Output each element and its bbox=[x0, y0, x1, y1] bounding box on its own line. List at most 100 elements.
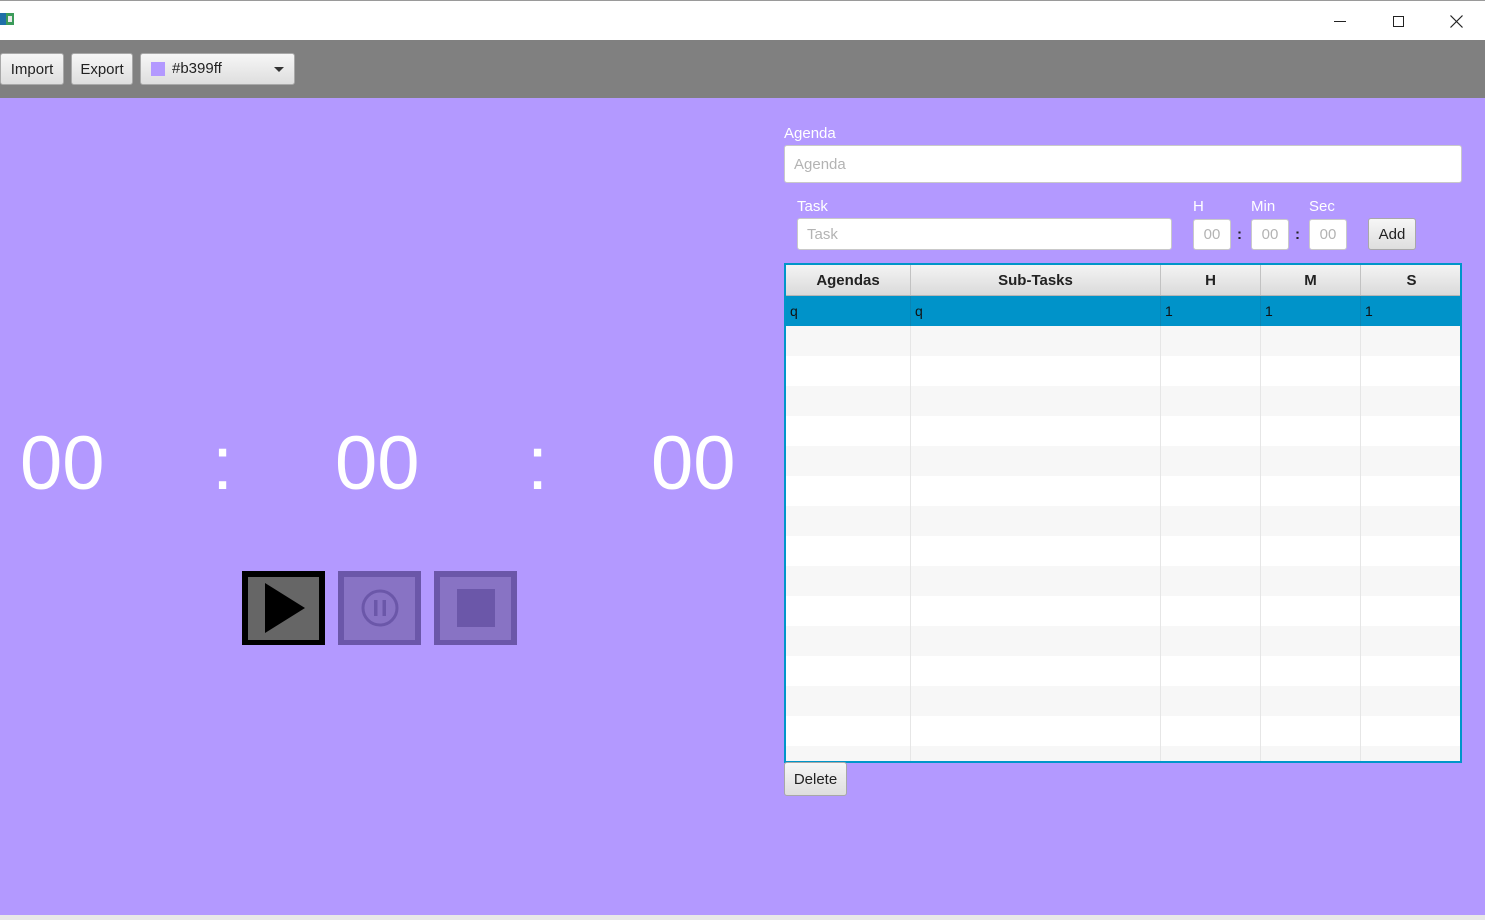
table-cell bbox=[911, 746, 1161, 761]
stop-button[interactable] bbox=[434, 571, 517, 645]
window-bottom-edge bbox=[0, 915, 1485, 920]
table-cell bbox=[1161, 356, 1261, 386]
table-cell bbox=[1361, 716, 1460, 746]
table-cell bbox=[1361, 476, 1460, 506]
table-cell: q bbox=[786, 296, 911, 326]
column-header-agendas[interactable]: Agendas bbox=[786, 265, 911, 295]
table-cell bbox=[1261, 446, 1361, 476]
app-icon bbox=[0, 13, 14, 25]
table-cell bbox=[786, 416, 911, 446]
table-cell bbox=[1261, 416, 1361, 446]
color-picker[interactable]: #b399ff bbox=[140, 53, 295, 85]
table-cell bbox=[786, 596, 911, 626]
empty-table-row bbox=[786, 746, 1460, 761]
empty-table-row bbox=[786, 476, 1460, 506]
agenda-table[interactable]: Agendas Sub-Tasks H M S qq111 bbox=[784, 263, 1462, 763]
table-cell bbox=[1361, 446, 1460, 476]
table-cell bbox=[1261, 716, 1361, 746]
color-swatch bbox=[151, 62, 165, 76]
table-cell bbox=[1361, 386, 1460, 416]
column-header-sub-tasks[interactable]: Sub-Tasks bbox=[911, 265, 1161, 295]
table-cell bbox=[911, 566, 1161, 596]
pause-button[interactable] bbox=[338, 571, 421, 645]
minutes-input[interactable] bbox=[1251, 219, 1289, 250]
color-value: #b399ff bbox=[172, 60, 222, 77]
maximize-button[interactable] bbox=[1369, 1, 1427, 41]
empty-table-row bbox=[786, 356, 1460, 386]
table-cell bbox=[911, 716, 1161, 746]
task-input[interactable] bbox=[797, 218, 1172, 250]
pause-icon bbox=[361, 589, 398, 627]
table-cell bbox=[1161, 596, 1261, 626]
table-cell bbox=[1161, 536, 1261, 566]
toolbar: Import Export #b399ff bbox=[0, 40, 1485, 98]
column-header-m[interactable]: M bbox=[1261, 265, 1361, 295]
table-cell bbox=[1261, 326, 1361, 356]
column-header-h[interactable]: H bbox=[1161, 265, 1261, 295]
table-cell bbox=[1161, 446, 1261, 476]
table-cell bbox=[1161, 326, 1261, 356]
table-cell bbox=[1161, 716, 1261, 746]
table-cell bbox=[1161, 476, 1261, 506]
table-cell bbox=[1261, 746, 1361, 761]
empty-table-row bbox=[786, 596, 1460, 626]
table-cell bbox=[1361, 566, 1460, 596]
play-button[interactable] bbox=[242, 571, 325, 645]
table-cell bbox=[786, 506, 911, 536]
timer-separator: : bbox=[212, 421, 234, 506]
empty-table-row bbox=[786, 326, 1460, 356]
table-cell bbox=[786, 536, 911, 566]
empty-table-row bbox=[786, 566, 1460, 596]
table-cell bbox=[1261, 686, 1361, 716]
table-cell bbox=[911, 356, 1161, 386]
timer-hours: 00 bbox=[20, 421, 105, 506]
time-separator: : bbox=[1295, 226, 1300, 243]
agenda-input[interactable] bbox=[784, 145, 1462, 183]
chevron-down-icon bbox=[274, 67, 284, 72]
table-cell bbox=[1161, 686, 1261, 716]
table-cell bbox=[1261, 476, 1361, 506]
table-cell bbox=[1361, 656, 1460, 686]
table-cell bbox=[786, 356, 911, 386]
delete-button[interactable]: Delete bbox=[784, 762, 847, 796]
table-cell bbox=[911, 536, 1161, 566]
table-cell bbox=[1261, 626, 1361, 656]
empty-table-row bbox=[786, 536, 1460, 566]
task-label: Task bbox=[797, 198, 828, 215]
empty-table-row bbox=[786, 386, 1460, 416]
table-cell: 1 bbox=[1361, 296, 1460, 326]
export-button[interactable]: Export bbox=[71, 53, 133, 85]
hours-input[interactable] bbox=[1193, 219, 1231, 250]
table-cell bbox=[1161, 566, 1261, 596]
table-cell bbox=[786, 626, 911, 656]
table-cell bbox=[1161, 626, 1261, 656]
table-cell bbox=[786, 686, 911, 716]
empty-table-row bbox=[786, 446, 1460, 476]
import-button[interactable]: Import bbox=[0, 53, 64, 85]
column-header-s[interactable]: S bbox=[1361, 265, 1460, 295]
table-row[interactable]: qq111 bbox=[786, 296, 1460, 326]
table-cell bbox=[1361, 626, 1460, 656]
table-cell bbox=[1361, 536, 1460, 566]
minimize-button[interactable] bbox=[1311, 1, 1369, 41]
seconds-input[interactable] bbox=[1309, 219, 1347, 250]
table-cell bbox=[1361, 506, 1460, 536]
table-cell bbox=[1161, 506, 1261, 536]
play-icon bbox=[264, 583, 305, 633]
table-cell bbox=[1161, 416, 1261, 446]
maximize-icon bbox=[1392, 15, 1404, 27]
empty-table-row bbox=[786, 626, 1460, 656]
table-cell bbox=[1261, 656, 1361, 686]
table-cell: 1 bbox=[1161, 296, 1261, 326]
seconds-label: Sec bbox=[1309, 198, 1335, 215]
table-cell bbox=[1261, 386, 1361, 416]
title-bar bbox=[0, 0, 1485, 40]
close-button[interactable] bbox=[1427, 1, 1485, 41]
add-button[interactable]: Add bbox=[1368, 218, 1416, 250]
table-cell bbox=[1361, 356, 1460, 386]
table-cell: q bbox=[911, 296, 1161, 326]
table-cell bbox=[911, 686, 1161, 716]
table-cell bbox=[786, 566, 911, 596]
table-cell bbox=[786, 746, 911, 761]
table-cell: 1 bbox=[1261, 296, 1361, 326]
